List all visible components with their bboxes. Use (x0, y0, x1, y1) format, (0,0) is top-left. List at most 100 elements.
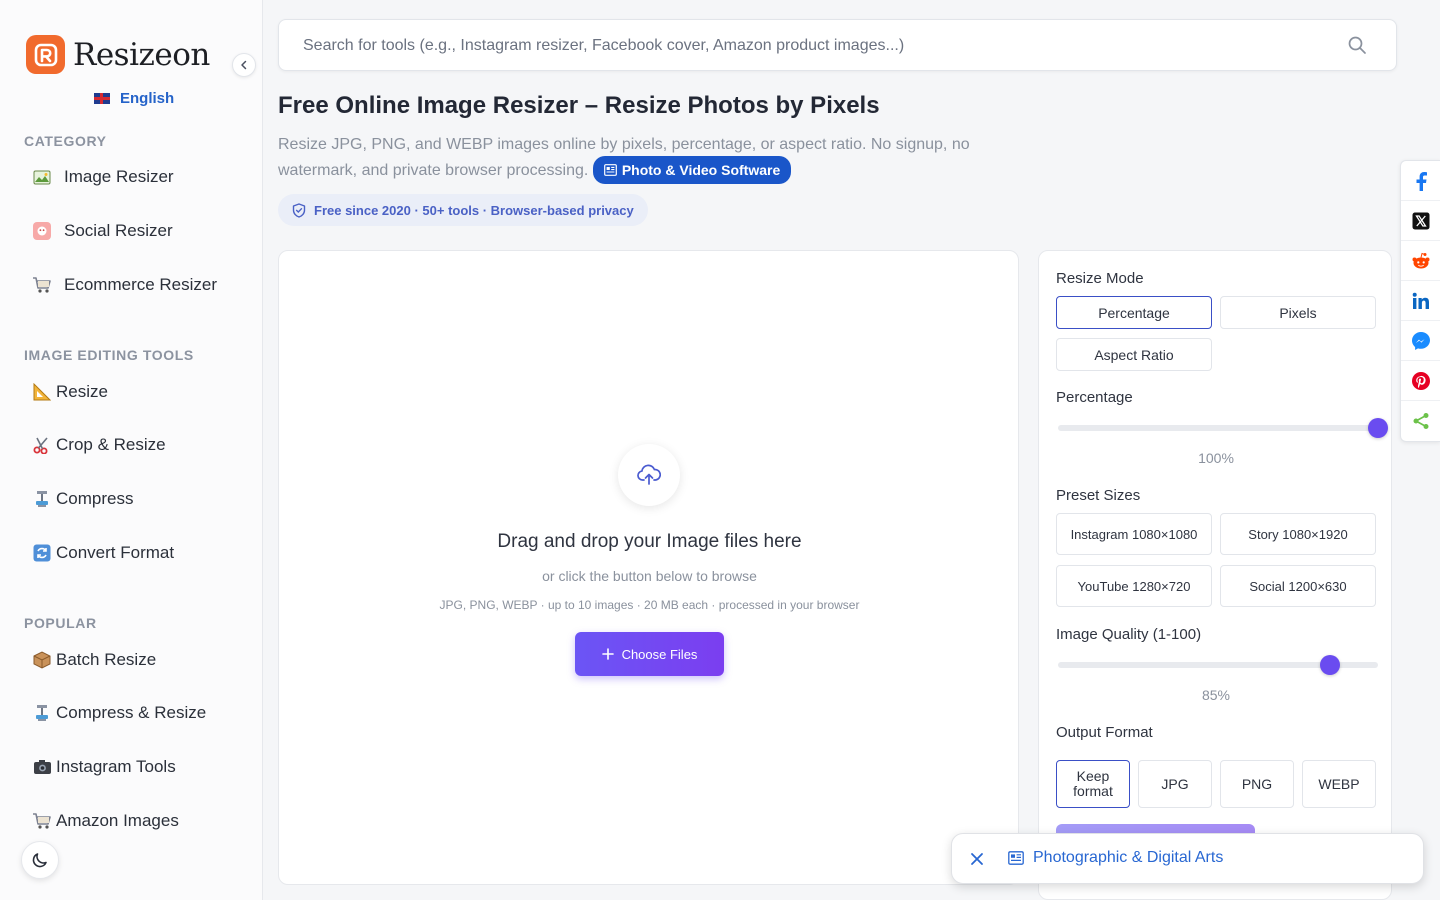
logo-mark-icon (26, 35, 65, 74)
preset-social-button[interactable]: Social 1200×630 (1220, 565, 1376, 607)
sidebar-item-label: Social Resizer (64, 221, 173, 240)
cart-icon (32, 811, 52, 831)
sidebar-item-image-resizer[interactable]: Image Resizer (32, 167, 174, 187)
pinterest-icon (1412, 371, 1430, 390)
format-png-button[interactable]: PNG (1220, 760, 1294, 808)
sidebar-item-ecommerce-resizer[interactable]: Ecommerce Resizer (32, 275, 217, 295)
search-icon[interactable] (1347, 35, 1367, 60)
format-webp-button[interactable]: WEBP (1302, 760, 1376, 808)
trust-badge-label: Free since 2020 · 50+ tools · Browser-ba… (314, 202, 634, 218)
search-input[interactable] (303, 34, 1343, 58)
close-icon[interactable] (966, 848, 988, 870)
logo[interactable]: Resizeon (26, 35, 210, 74)
camera-icon (32, 757, 52, 777)
page-title: Free Online Image Resizer – Resize Photo… (278, 92, 880, 119)
sidebar-item-crop-resize[interactable]: Crop & Resize (32, 435, 166, 455)
sidebar-item-label: Ecommerce Resizer (64, 275, 218, 294)
language-label: English (120, 90, 175, 107)
preset-sizes-label: Preset Sizes (1056, 487, 1141, 504)
image-quality-label: Image Quality (1-100) (1056, 626, 1202, 643)
language-selector[interactable]: English (94, 90, 174, 107)
sidebar-item-batch-resize[interactable]: Batch Resize (32, 650, 156, 670)
x-share-button[interactable] (1401, 201, 1440, 241)
related-category-label: Photographic & Digital Arts (1033, 849, 1224, 866)
choose-files-label: Choose Files (621, 646, 698, 662)
newspaper-icon (1008, 851, 1024, 865)
logo-text: Resizeon (73, 36, 210, 73)
collapse-sidebar-button[interactable] (232, 53, 256, 77)
triangle-ruler-icon (32, 382, 52, 402)
upload-meta: JPG, PNG, WEBP · up to 10 images · 20 MB… (439, 598, 860, 612)
reddit-share-button[interactable] (1401, 241, 1440, 281)
upload-dropzone[interactable]: Drag and drop your Image files here or c… (278, 250, 1019, 885)
sidebar-item-compress-resize[interactable]: Compress & Resize (32, 703, 206, 723)
shield-check-icon (292, 202, 306, 218)
plus-icon (601, 648, 614, 660)
output-format-label: Output Format (1056, 724, 1153, 741)
linkedin-icon (1412, 292, 1429, 309)
related-category-toast: Photographic & Digital Arts (951, 833, 1424, 884)
related-category-link[interactable]: Photographic & Digital Arts (1008, 849, 1223, 867)
sidebar-item-label: Amazon Images (56, 811, 179, 830)
clamp-icon (32, 489, 52, 509)
upload-title: Drag and drop your Image files here (497, 531, 802, 552)
share-rail (1400, 160, 1440, 442)
moon-icon (32, 853, 47, 868)
sidebar-item-resize[interactable]: Resize (32, 382, 108, 402)
mode-aspect-ratio-button[interactable]: Aspect Ratio (1056, 338, 1212, 371)
chevron-left-icon (241, 60, 247, 70)
section-title-popular: POPULAR (24, 615, 97, 631)
category-badge[interactable]: Photo & Video Software (592, 156, 792, 184)
share-icon (1413, 413, 1429, 429)
linkedin-share-button[interactable] (1401, 281, 1440, 321)
preset-instagram-button[interactable]: Instagram 1080×1080 (1056, 513, 1212, 555)
cart-icon (32, 275, 52, 295)
sidebar-item-label: Crop & Resize (56, 435, 166, 454)
facebook-icon (1416, 171, 1427, 191)
preset-story-button[interactable]: Story 1080×1920 (1220, 513, 1376, 555)
sidebar: Resizeon English CATEGORY Image Resizer … (0, 0, 263, 900)
search-bar[interactable] (278, 19, 1397, 71)
percentage-value: 100% (1198, 450, 1234, 466)
upload-subtitle: or click the button below to browse (542, 568, 757, 584)
scissors-icon (32, 435, 52, 455)
format-keep-button[interactable]: Keep format (1056, 760, 1130, 808)
mode-pixels-button[interactable]: Pixels (1220, 296, 1376, 329)
trust-badge: Free since 2020 · 50+ tools · Browser-ba… (278, 194, 648, 226)
package-icon (32, 650, 52, 670)
reddit-icon (1412, 252, 1430, 268)
sidebar-item-amazon-images[interactable]: Amazon Images (32, 811, 179, 831)
choose-files-button[interactable]: Choose Files (575, 632, 724, 676)
quality-value: 85% (1201, 687, 1231, 703)
category-badge-label: Photo & Video Software (621, 162, 781, 178)
sidebar-item-label: Image Resizer (64, 167, 174, 186)
quality-slider[interactable] (1058, 655, 1378, 675)
sidebar-item-instagram-tools[interactable]: Instagram Tools (32, 757, 176, 777)
percentage-label: Percentage (1056, 389, 1133, 406)
sidebar-item-label: Resize (56, 382, 108, 401)
messenger-share-button[interactable] (1401, 321, 1440, 361)
facebook-share-button[interactable] (1401, 161, 1440, 201)
resize-mode-label: Resize Mode (1056, 270, 1144, 287)
percentage-slider[interactable] (1058, 418, 1388, 438)
newspaper-icon (603, 164, 617, 176)
sidebar-item-compress[interactable]: Compress (32, 489, 133, 509)
clamp-icon (32, 703, 52, 723)
format-jpg-button[interactable]: JPG (1138, 760, 1212, 808)
page-description: Resize JPG, PNG, and WEBP images online … (278, 133, 998, 185)
generic-share-button[interactable] (1401, 401, 1440, 441)
sidebar-item-label: Instagram Tools (56, 757, 176, 776)
social-icon (32, 221, 52, 241)
pinterest-share-button[interactable] (1401, 361, 1440, 401)
sidebar-item-label: Compress & Resize (56, 703, 207, 722)
section-title-category: CATEGORY (24, 133, 107, 149)
x-icon (1412, 212, 1430, 229)
refresh-icon (32, 543, 52, 563)
quality-slider-thumb[interactable] (1319, 655, 1340, 675)
sidebar-item-convert-format[interactable]: Convert Format (32, 543, 174, 563)
preset-youtube-button[interactable]: YouTube 1280×720 (1056, 565, 1212, 607)
dark-mode-toggle[interactable] (21, 841, 59, 879)
sidebar-item-social-resizer[interactable]: Social Resizer (32, 221, 173, 241)
percentage-slider-thumb[interactable] (1368, 418, 1388, 438)
mode-percentage-button[interactable]: Percentage (1056, 296, 1212, 329)
